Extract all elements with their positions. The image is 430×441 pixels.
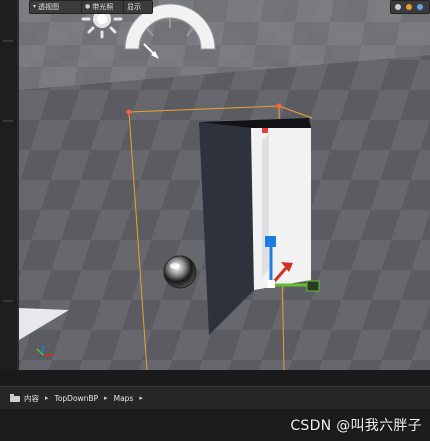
breadcrumb-item-topdownbp[interactable]: TopDownBP xyxy=(55,394,99,403)
perspective-label: 透视图 xyxy=(38,3,60,11)
perspective-button[interactable]: ▾ 透视图 xyxy=(29,0,87,14)
selection-corner-handle[interactable] xyxy=(276,103,282,109)
panel-divider xyxy=(3,40,13,42)
lit-mode-button[interactable]: ● 带光照 xyxy=(81,0,129,14)
snap-icon[interactable] xyxy=(406,4,412,10)
reflection-sphere[interactable] xyxy=(163,255,197,289)
unreal-editor-window: ▾ 透视图 ● 带光照 显示 内容 ▸ TopDownBP ▸ Maps ▸ C… xyxy=(0,0,430,441)
left-panel-strip xyxy=(0,0,17,380)
chevron-right-icon[interactable]: ▸ xyxy=(104,394,108,402)
breadcrumb-root[interactable]: 内容 xyxy=(24,393,39,404)
folder-icon[interactable] xyxy=(10,394,20,402)
panel-divider xyxy=(3,120,13,122)
door-wall-light[interactable] xyxy=(251,128,311,290)
pivot-marker xyxy=(262,128,268,133)
chevron-down-icon: ▾ xyxy=(33,3,37,10)
move-icon[interactable] xyxy=(395,4,401,10)
watermark-text: CSDN @叫我六胖子 xyxy=(290,418,422,434)
show-button[interactable]: 显示 xyxy=(123,0,153,14)
breadcrumb-item-maps[interactable]: Maps xyxy=(114,394,134,403)
viewport-toolbar: ▾ 透视图 ● 带光照 显示 xyxy=(19,0,430,14)
transform-tools-widget[interactable] xyxy=(390,0,430,14)
content-browser-breadcrumb: 内容 ▸ TopDownBP ▸ Maps ▸ xyxy=(0,386,430,410)
show-label: 显示 xyxy=(127,3,141,11)
chevron-right-icon[interactable]: ▸ xyxy=(139,394,143,402)
world-icon[interactable] xyxy=(417,4,423,10)
sphere-highlight xyxy=(170,263,180,269)
lightbulb-icon: ● xyxy=(85,3,91,10)
gizmo-center[interactable] xyxy=(267,280,275,288)
viewport-scene[interactable] xyxy=(19,0,430,370)
selection-corner-handle[interactable] xyxy=(126,109,132,115)
gizmo-y-handle[interactable] xyxy=(306,280,320,292)
panel-divider xyxy=(3,300,13,302)
gizmo-z-handle[interactable] xyxy=(265,236,276,247)
level-viewport[interactable]: ▾ 透视图 ● 带光照 显示 xyxy=(17,0,430,370)
lit-mode-label: 带光照 xyxy=(92,3,114,11)
viewport-divider xyxy=(0,370,430,386)
door-wall-shade xyxy=(262,134,269,276)
chevron-right-icon[interactable]: ▸ xyxy=(45,394,49,402)
